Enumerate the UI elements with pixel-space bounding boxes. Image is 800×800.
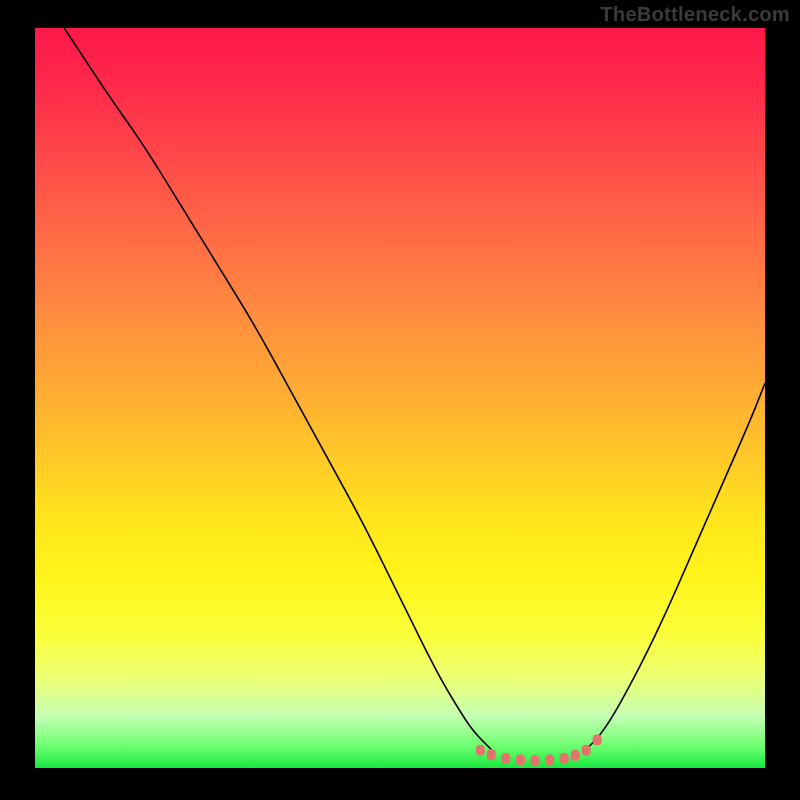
- watermark-text: TheBottleneck.com: [600, 4, 790, 27]
- curve-right: [583, 383, 766, 753]
- marker-dot: [582, 745, 591, 756]
- chart-frame: TheBottleneck.com: [0, 0, 800, 800]
- marker-dot: [487, 749, 496, 760]
- marker-dot: [476, 745, 485, 756]
- flat-markers: [476, 734, 602, 766]
- marker-dot: [593, 734, 602, 745]
- marker-dot: [501, 753, 510, 764]
- plot-area: [35, 28, 765, 768]
- marker-dot: [571, 750, 580, 761]
- chart-svg: [35, 28, 765, 768]
- marker-dot: [545, 754, 554, 765]
- marker-dot: [560, 753, 569, 764]
- curve-left: [64, 28, 495, 753]
- marker-dot: [516, 754, 525, 765]
- marker-dot: [531, 755, 540, 766]
